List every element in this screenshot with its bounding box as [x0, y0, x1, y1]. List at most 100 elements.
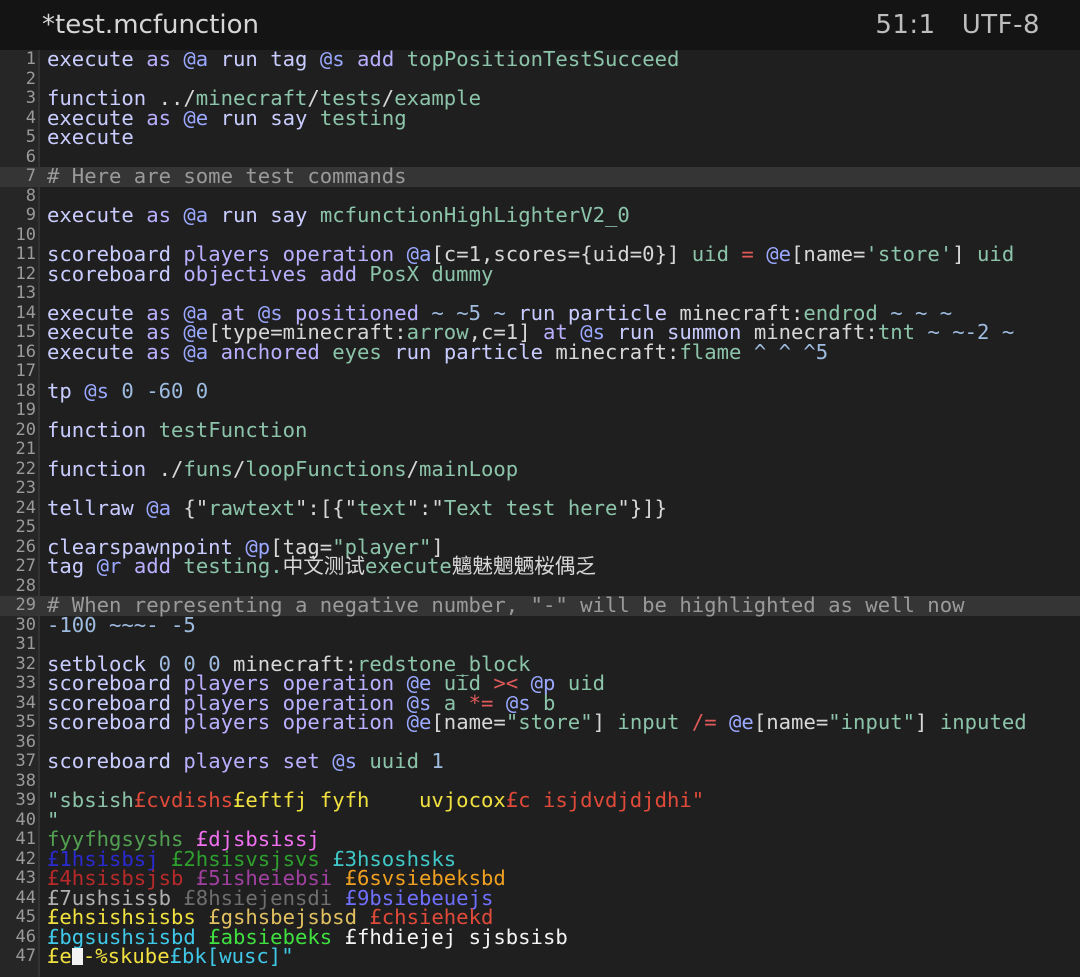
token: @e [183, 105, 221, 130]
token: tnt [877, 320, 928, 344]
code-line[interactable]: 16 execute as @a anchored eyes run partic… [0, 339, 1080, 364]
code-line[interactable]: 35 scoreboard players operation @e[name="… [0, 710, 1080, 734]
token: -%skube [82, 944, 170, 968]
code-line[interactable]: 27 tag @r add testing.中文测试execute魑魅魍魉桜偶乏 [0, 554, 1080, 578]
code-line[interactable]: 5 execute [0, 125, 1080, 149]
line-text[interactable]: execute as @a run say mcfunctionHighLigh… [47, 203, 630, 227]
token: tag [270, 47, 320, 71]
code-line[interactable]: 7 # Here are some test commands [0, 166, 1080, 187]
token: add [133, 554, 184, 578]
code-line[interactable]: 12 scoreboard objectives add PosX dummy [0, 261, 1080, 286]
line-text[interactable]: "sbsish£cvdishs£eftfj fyfh uvjocox£c isj… [47, 788, 704, 812]
line-number: 1 [25, 49, 36, 69]
line-text[interactable]: function testFunction [47, 419, 307, 441]
line-text[interactable]: tag @r add testing.中文测试execute魑魅魍魉桜偶乏 [47, 554, 596, 578]
line-number: 21 [15, 439, 36, 459]
line-number: 10 [15, 224, 36, 245]
token: /= [691, 710, 730, 734]
token: testing [319, 105, 407, 130]
line-text[interactable]: # Here are some test commands [47, 166, 407, 187]
line-text[interactable]: execute as @a run tag @s add topPosition… [47, 47, 679, 71]
line-number: 14 [15, 302, 36, 323]
token: 0 -60 0 [121, 378, 209, 403]
token: [name= [431, 710, 506, 734]
line-number: 42 [15, 848, 36, 869]
token: £e [47, 944, 72, 968]
token: [name= [753, 710, 829, 734]
token: scoreboard [47, 749, 184, 773]
token: objectives [183, 261, 320, 286]
token: as [146, 339, 184, 364]
code-line[interactable]: 1 execute as @a run tag @s add topPositio… [0, 47, 1080, 71]
encoding-indicator[interactable]: UTF-8 [962, 10, 1040, 40]
line-text[interactable]: scoreboard players set @s uuid 1 [47, 749, 444, 773]
line-number: 22 [15, 458, 36, 479]
code-line[interactable]: 22 function ./funs/loopFunctions/mainLoop [0, 456, 1080, 481]
code-line[interactable]: 9 execute as @a run say mcfunctionHighLig… [0, 203, 1080, 227]
line-number: 36 [15, 731, 36, 752]
token: / [406, 456, 420, 481]
line-number: 9 [25, 205, 36, 225]
token: @a [183, 47, 221, 71]
line-text[interactable]: execute as @a anchored eyes run particle… [47, 339, 828, 364]
code-editor[interactable]: 1 execute as @a run tag @s add topPositio… [0, 47, 1080, 977]
line-text[interactable]: execute [47, 125, 134, 149]
line-text[interactable]: tp @s 0 -60 0 [47, 378, 209, 403]
cursor-position: 51:1 [875, 10, 936, 40]
line-number: 37 [15, 751, 36, 771]
token: inputed [939, 710, 1027, 734]
line-text[interactable]: function ./funs/loopFunctions/mainLoop [47, 456, 519, 481]
line-text[interactable]: scoreboard objectives add PosX dummy [47, 261, 493, 286]
line-text[interactable]: -100 ~~~- -5 [47, 612, 196, 637]
line-text[interactable]: tellraw @a {"rawtext":[{"text":"Text tes… [47, 495, 667, 520]
token: Text test here [443, 495, 618, 520]
line-number: 18 [15, 380, 36, 401]
token: uid [567, 671, 606, 695]
token: execute [47, 339, 147, 364]
token: mainLoop [419, 456, 519, 481]
line-number: 45 [15, 907, 36, 927]
token: scoreboard [47, 710, 184, 734]
token: @s [319, 47, 358, 71]
code-line[interactable]: 47 £e -%skube£bk[wusc]" [0, 944, 1080, 968]
token: £bk[wusc]" [169, 944, 294, 968]
token: execute [47, 125, 134, 149]
line-number: 33 [15, 673, 36, 693]
token: uid [691, 242, 742, 266]
token: uvjocox [418, 788, 506, 812]
code-line[interactable]: 24 tellraw @a {"rawtext":[{"text":"Text t… [0, 495, 1080, 520]
token: function [47, 456, 159, 481]
token: add [319, 261, 370, 286]
token: "input" [828, 710, 916, 734]
line-text[interactable]: scoreboard players operation @e[name="st… [47, 710, 1027, 734]
token: testing. [183, 554, 283, 578]
line-text[interactable]: £e -%skube£bk[wusc]" [47, 944, 294, 968]
token: @a [183, 339, 221, 364]
line-number: 24 [15, 497, 36, 518]
token: uuid [369, 749, 432, 773]
token: -100 ~~~- -5 [47, 612, 196, 637]
line-number: 43 [15, 868, 36, 888]
code-line[interactable]: 20 function testFunction [0, 419, 1080, 441]
code-line[interactable]: 4 execute as @e run say testing [0, 105, 1080, 130]
line-number: 39 [15, 790, 36, 810]
token: scoreboard [47, 261, 184, 286]
token: execute [47, 203, 147, 227]
line-number: 11 [15, 244, 36, 264]
code-line[interactable]: 30 -100 ~~~- -5 [0, 612, 1080, 637]
token: ] [915, 710, 940, 734]
token: execute [47, 47, 147, 71]
line-number: 40 [15, 809, 36, 830]
code-line[interactable]: 37 scoreboard players set @s uuid 1 [0, 749, 1080, 773]
token: particle [443, 339, 556, 364]
code-line[interactable]: 18 tp @s 0 -60 0 [0, 378, 1080, 403]
code-line[interactable]: 39 "sbsish£cvdishs£eftfj fyfh uvjocox£c i… [0, 788, 1080, 812]
line-number: 13 [15, 283, 36, 303]
line-number: 7 [25, 166, 36, 186]
token: / [233, 456, 246, 481]
token: text [357, 495, 407, 520]
token: run [220, 105, 271, 130]
token: players [183, 710, 283, 734]
token: 1 [431, 749, 444, 773]
token: £cvdishs [133, 788, 233, 812]
